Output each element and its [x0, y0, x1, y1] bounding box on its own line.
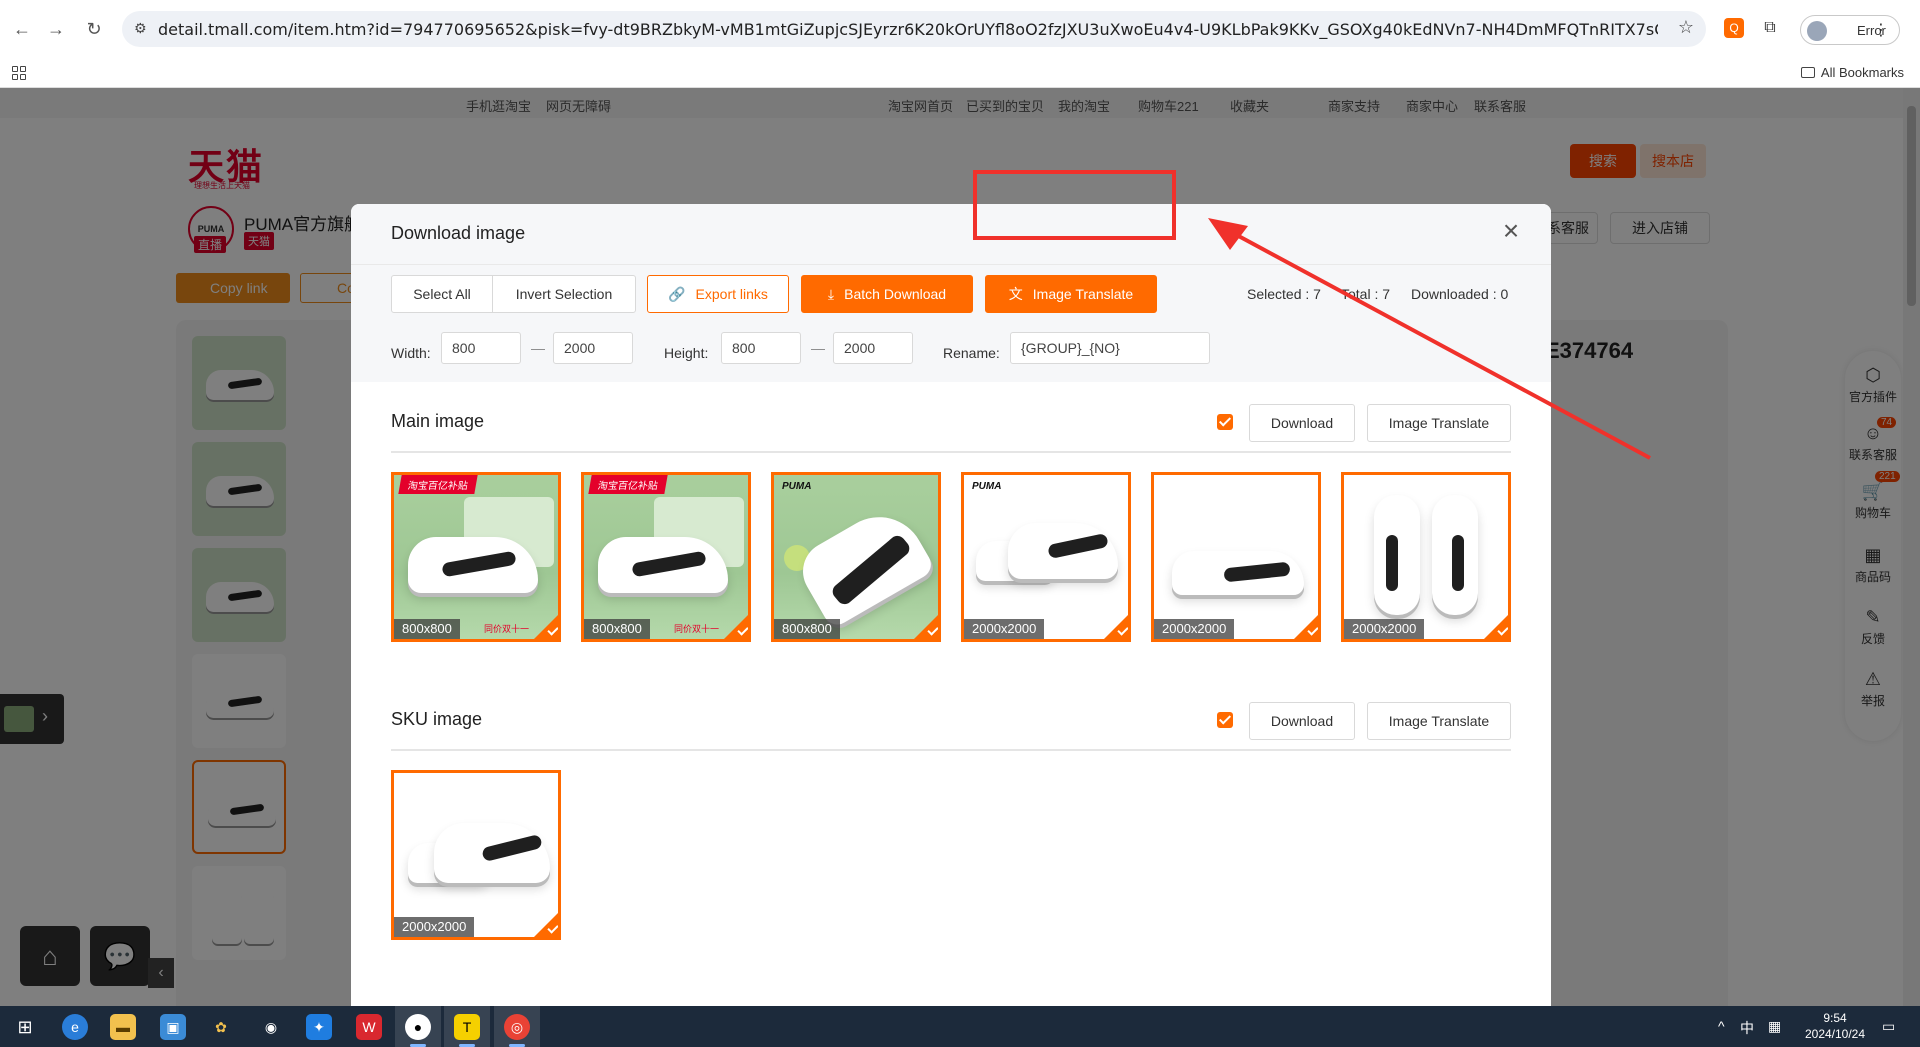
wps-icon[interactable]: W [356, 1014, 382, 1040]
tray-chevron-icon[interactable]: ^ [1718, 1018, 1725, 1034]
input-language[interactable]: 中 [1740, 1018, 1754, 1038]
chrome-icon[interactable]: ◎ [504, 1014, 530, 1040]
shoe-stripe [1386, 535, 1398, 591]
sku-image-checkbox[interactable] [1217, 712, 1233, 728]
image-card[interactable]: 淘宝百亿补贴 同价双十一 800x800 [581, 472, 751, 642]
image-card[interactable]: 2000x2000 [1341, 472, 1511, 642]
reload-icon[interactable]: ↻ [80, 15, 108, 43]
link-icon: 🔗 [668, 286, 686, 302]
annotation-highlight-box [973, 170, 1176, 240]
height-label: Height: [664, 345, 709, 361]
promo-banner: 淘宝百亿补贴 [588, 475, 668, 494]
image-size-label: 2000x2000 [1344, 619, 1425, 639]
qq-icon[interactable]: ◉ [258, 1014, 284, 1040]
arrow-shaft [1219, 224, 1651, 460]
image-card[interactable]: PUMA 800x800 [771, 472, 941, 642]
image-size-label: 2000x2000 [1154, 619, 1235, 639]
arrow-head [1208, 218, 1248, 250]
main-image-title: Main image [391, 411, 485, 431]
browser-toolbar: ← → ↻ ⚙ detail.tmall.com/item.htm?id=794… [0, 0, 1920, 58]
site-info-icon[interactable]: ⚙ [134, 20, 147, 37]
rename-input[interactable]: {GROUP}_{NO} [1010, 332, 1210, 364]
profile-error-button[interactable]: Error ⋮ [1800, 15, 1900, 45]
tmall-page: 手机逛淘宝 网页无障碍 淘宝网首页 已买到的宝贝 我的淘宝 购物车221 收藏夹… [0, 88, 1920, 1006]
image-card[interactable]: PUMA 2000x2000 [961, 472, 1131, 642]
shoe-stripe [1452, 535, 1464, 591]
annotation-arrow [1208, 218, 1651, 460]
talk-app-icon[interactable]: T [454, 1014, 480, 1040]
promo-tag: 同价双十一 [484, 624, 530, 634]
puzzle-extensions-icon[interactable]: ⧉ [1760, 18, 1780, 38]
range-dash: — [531, 340, 545, 356]
apps-grid-icon[interactable] [12, 66, 26, 80]
image-size-label: 800x800 [394, 619, 460, 639]
invert-selection-button[interactable]: Invert Selection [492, 275, 636, 313]
brand-logo-text: PUMA [972, 481, 1002, 492]
image-size-label: 800x800 [584, 619, 650, 639]
export-links-button[interactable]: 🔗 Export links [647, 275, 789, 313]
width-label: Width: [391, 345, 431, 361]
avatar [1807, 21, 1827, 41]
image-size-label: 2000x2000 [394, 917, 475, 937]
width-min-input[interactable]: 800 [441, 332, 521, 364]
clock-time: 9:54 [1823, 1011, 1847, 1025]
all-bookmarks-button[interactable]: All Bookmarks [1800, 65, 1904, 80]
section-divider [391, 749, 1511, 751]
image-card[interactable]: 2000x2000 [391, 770, 561, 940]
more-menu-icon[interactable]: ⋮ [1873, 20, 1889, 40]
windows-start-icon[interactable]: ⊞ [12, 1014, 38, 1040]
image-card[interactable]: 2000x2000 [1151, 472, 1321, 642]
image-size-label: 2000x2000 [964, 619, 1045, 639]
range-dash: — [811, 340, 825, 356]
edge-icon[interactable]: e [62, 1014, 88, 1040]
taskbar: ⊞ e ▬ ▣ ✿ ◉ ✦ W ● T ◎ ^ 中 ▦ 9:54 2024/10… [0, 1006, 1920, 1047]
system-clock[interactable]: 9:54 2024/10/24 [1800, 1010, 1870, 1042]
width-max-input[interactable]: 2000 [553, 332, 633, 364]
clock-date: 2024/10/24 [1804, 1027, 1866, 1041]
select-all-button[interactable]: Select All [391, 275, 493, 313]
download-icon: ⤓ [827, 286, 835, 302]
height-max-input[interactable]: 2000 [833, 332, 913, 364]
height-min-input[interactable]: 800 [721, 332, 801, 364]
dialog-title: Download image [391, 223, 526, 243]
extension-icon[interactable]: Q [1724, 18, 1744, 38]
ime-grid-icon[interactable]: ▦ [1768, 1018, 1781, 1035]
notification-icon[interactable]: ▭ [1882, 1018, 1895, 1035]
forward-icon[interactable]: → [42, 15, 70, 43]
back-icon[interactable]: ← [8, 15, 36, 43]
bookmark-star-icon[interactable]: ☆ [1678, 17, 1694, 38]
panda-app-icon[interactable]: ● [405, 1014, 431, 1040]
app-icon[interactable]: ✿ [208, 1014, 234, 1040]
bookmarks-bar: All Bookmarks [0, 58, 1920, 88]
translate-icon: 文 [1008, 286, 1023, 302]
url-text[interactable]: detail.tmall.com/item.htm?id=79477069565… [158, 20, 1658, 39]
rename-label: Rename: [943, 345, 1000, 361]
file-explorer-icon[interactable]: ▬ [110, 1014, 136, 1040]
batch-download-button[interactable]: ⤓ Batch Download [801, 275, 973, 313]
image-translate-button[interactable]: 文 Image Translate [985, 275, 1157, 313]
brand-logo-text: PUMA [782, 481, 812, 492]
sku-image-translate-button[interactable]: Image Translate [1367, 702, 1511, 740]
dingtalk-icon[interactable]: ✦ [306, 1014, 332, 1040]
folder-icon [1800, 67, 1815, 78]
image-card[interactable]: 淘宝百亿补贴 同价双十一 800x800 [391, 472, 561, 642]
sku-image-title: SKU image [391, 709, 483, 729]
control-panel-icon[interactable]: ▣ [160, 1014, 186, 1040]
promo-banner: 淘宝百亿补贴 [398, 475, 478, 494]
promo-tag: 同价双十一 [674, 624, 720, 634]
sku-download-button[interactable]: Download [1249, 702, 1355, 740]
address-bar[interactable]: ⚙ detail.tmall.com/item.htm?id=794770695… [122, 11, 1706, 47]
image-size-label: 800x800 [774, 619, 840, 639]
